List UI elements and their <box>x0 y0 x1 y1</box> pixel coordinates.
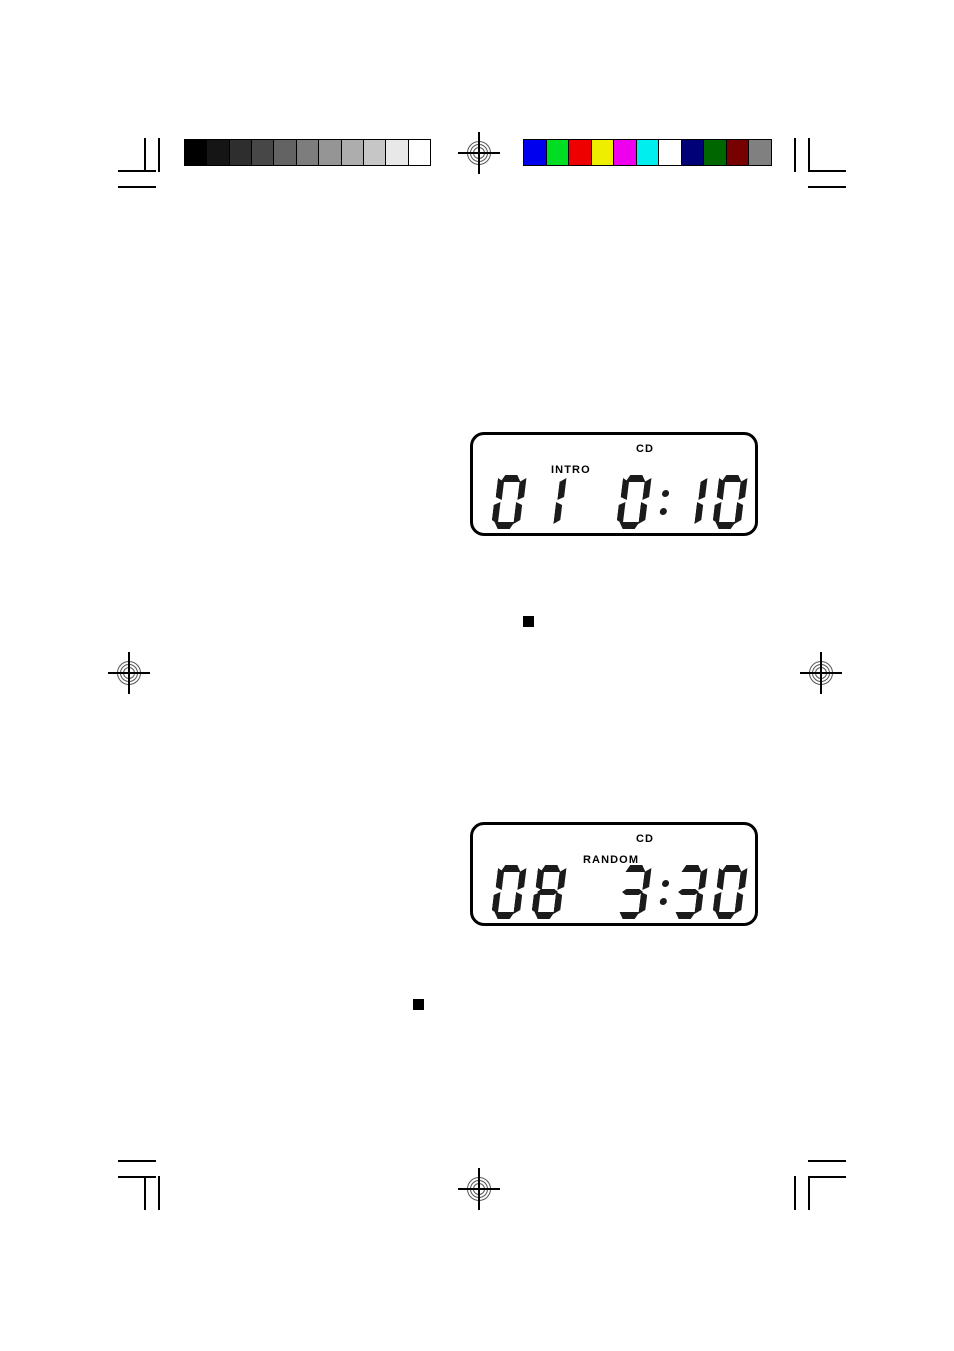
calibration-swatch-10 <box>408 140 430 165</box>
segment-e <box>491 892 500 914</box>
calibration-swatch-4 <box>274 140 297 165</box>
track-number-segments <box>493 865 573 919</box>
bullet-marker-1 <box>523 616 534 627</box>
lcd-display-top: CD INTRO <box>470 432 758 536</box>
crop-mark-top-right <box>794 138 854 190</box>
segment-b <box>698 478 707 500</box>
segment-e <box>712 892 721 914</box>
segment-c <box>553 892 562 914</box>
segment-colon <box>655 865 674 919</box>
segment-d <box>675 912 696 919</box>
segment-c <box>553 502 562 524</box>
segment-e <box>712 502 721 524</box>
calibration-swatch-3 <box>252 140 275 165</box>
segment-g <box>678 889 700 895</box>
calibration-swatch-6 <box>659 140 682 165</box>
calibration-swatch-0 <box>185 140 208 165</box>
segment-g <box>537 889 559 895</box>
lcd-display-bottom: CD RANDOM <box>470 822 758 926</box>
segment-g <box>622 889 644 895</box>
segment-digit-0 <box>615 865 652 919</box>
segment-c <box>694 502 703 524</box>
reg-crosshair-vertical <box>478 132 480 174</box>
calibration-swatch-9 <box>726 140 750 165</box>
segment-digit-2 <box>671 865 708 919</box>
color-calibration-bar <box>523 139 772 166</box>
calibration-swatch-7 <box>341 140 364 165</box>
time-segments <box>618 475 754 529</box>
segment-c <box>734 502 743 524</box>
crop-mark-top-left <box>118 138 178 188</box>
segment-e <box>531 892 540 914</box>
segment-d <box>619 912 640 919</box>
calibration-swatch-3 <box>591 140 615 165</box>
registration-target-bottom-center <box>458 1168 500 1210</box>
segment-c <box>734 892 743 914</box>
segment-c <box>694 892 703 914</box>
segment-digit-1 <box>530 475 567 529</box>
grayscale-calibration-bar <box>184 139 431 166</box>
segment-digit-0 <box>490 475 527 529</box>
calibration-swatch-2 <box>569 140 592 165</box>
reg-crosshair-vertical <box>478 1168 480 1210</box>
calibration-swatch-8 <box>704 140 727 165</box>
segment-digit-0 <box>490 865 527 919</box>
calibration-swatch-10 <box>749 140 772 165</box>
segment-a <box>500 865 521 872</box>
segment-colon <box>655 475 674 529</box>
registration-target-right-middle <box>800 652 842 694</box>
crop-mark-bottom-left <box>118 1160 178 1214</box>
track-number-segments <box>493 475 573 529</box>
calibration-swatch-2 <box>229 140 253 165</box>
segment-c <box>638 502 647 524</box>
calibration-swatch-1 <box>207 140 230 165</box>
segment-digit-3 <box>711 475 748 529</box>
registration-target-top-center <box>458 132 500 174</box>
segment-b <box>557 478 566 500</box>
cd-indicator-label: CD <box>636 833 655 845</box>
calibration-swatch-9 <box>386 140 409 165</box>
segment-c <box>513 892 522 914</box>
calibration-swatch-0 <box>524 140 547 165</box>
segment-digit-3 <box>711 865 748 919</box>
segment-a <box>500 475 521 482</box>
calibration-swatch-1 <box>546 140 570 165</box>
segment-c <box>513 502 522 524</box>
segment-digit-0 <box>615 475 652 529</box>
reg-crosshair-vertical <box>128 652 130 694</box>
segment-a <box>721 475 742 482</box>
segment-digit-2 <box>671 475 708 529</box>
segment-a <box>540 865 561 872</box>
segment-a <box>625 865 646 872</box>
segment-e <box>616 502 625 524</box>
segment-c <box>638 892 647 914</box>
time-segments <box>618 865 754 919</box>
segment-digit-1 <box>530 865 567 919</box>
segment-e <box>491 502 500 524</box>
scanned-manual-page: CD INTRO CD RANDOM <box>0 0 954 1351</box>
segment-a <box>625 475 646 482</box>
calibration-swatch-6 <box>319 140 342 165</box>
calibration-swatch-7 <box>681 140 705 165</box>
calibration-swatch-5 <box>296 140 320 165</box>
registration-target-left-middle <box>108 652 150 694</box>
reg-crosshair-vertical <box>820 652 822 694</box>
crop-mark-bottom-right <box>794 1160 854 1214</box>
segment-a <box>721 865 742 872</box>
segment-a <box>681 865 702 872</box>
calibration-swatch-8 <box>363 140 387 165</box>
cd-indicator-label: CD <box>636 443 655 455</box>
calibration-swatch-4 <box>614 140 637 165</box>
calibration-swatch-5 <box>636 140 660 165</box>
bullet-marker-2 <box>413 999 424 1010</box>
